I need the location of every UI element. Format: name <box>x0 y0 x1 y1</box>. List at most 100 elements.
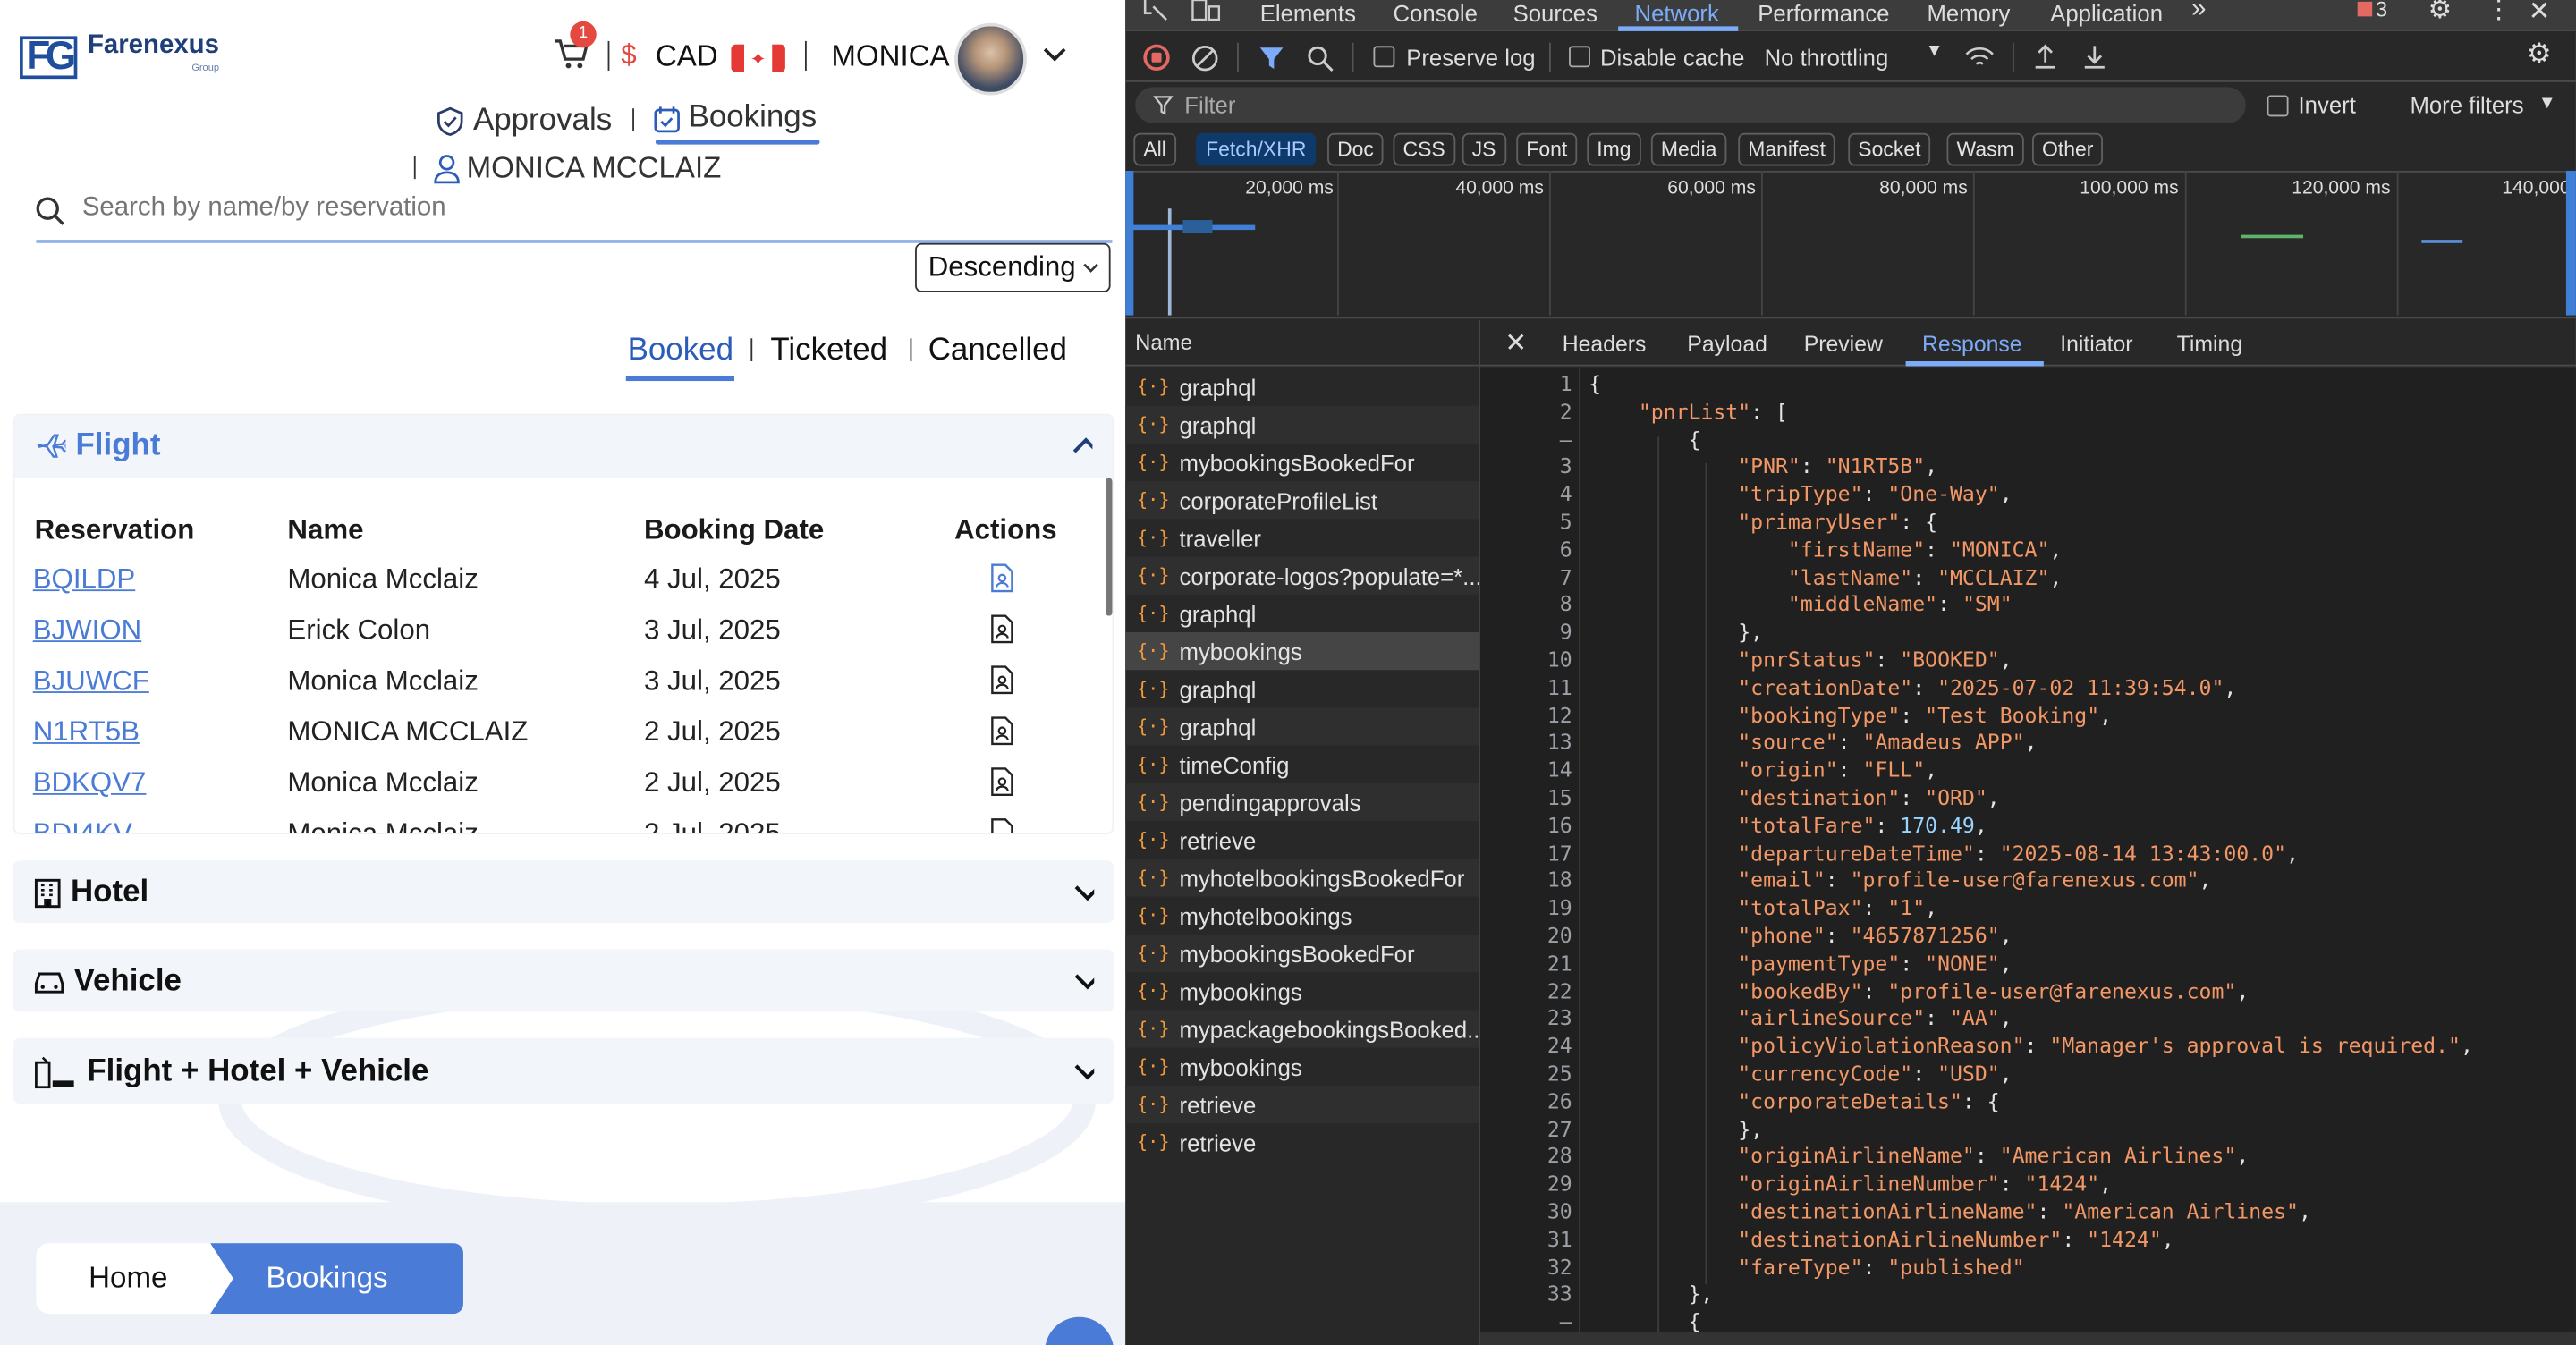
filter-input[interactable] <box>1135 87 2246 123</box>
flight-section-header[interactable] <box>14 415 1113 478</box>
user-name[interactable]: MONICA <box>831 39 949 74</box>
devtools-tab-elements[interactable]: Elements <box>1260 0 1356 26</box>
record-icon[interactable] <box>1143 44 1170 71</box>
filter-funnel-icon[interactable] <box>1258 46 1284 71</box>
filter-img[interactable]: Img <box>1587 132 1641 166</box>
disable-cache-checkbox[interactable] <box>1569 46 1590 68</box>
reservation-link[interactable]: N1RT5B <box>33 716 140 749</box>
chevron-up-icon[interactable] <box>1072 436 1093 456</box>
devtools-tab-sources[interactable]: Sources <box>1513 0 1597 26</box>
document-user-icon[interactable] <box>989 563 1014 593</box>
search-field[interactable] <box>33 184 1117 243</box>
preserve-log-checkbox[interactable] <box>1373 46 1395 68</box>
request-row[interactable]: {·} graphql <box>1125 707 1479 746</box>
filter-css[interactable]: CSS <box>1393 132 1455 166</box>
request-row[interactable]: {·} mybookings <box>1125 972 1479 1010</box>
reservation-link[interactable]: BDKQV7 <box>33 767 147 800</box>
filter-socket[interactable]: Socket <box>1848 132 1931 166</box>
inspect-element-icon[interactable] <box>1143 0 1169 21</box>
devtools-tab-performance[interactable]: Performance <box>1758 0 1889 26</box>
tab-cancelled[interactable]: Cancelled <box>928 334 1067 369</box>
hotel-section[interactable]: Hotel <box>13 860 1114 924</box>
request-row[interactable]: {·} retrieve <box>1125 1123 1479 1161</box>
currency-code[interactable]: CAD <box>656 39 718 74</box>
reservation-link[interactable]: BQILDP <box>33 563 136 596</box>
request-row[interactable]: {·} mybookingsBookedFor <box>1125 444 1479 481</box>
overview-handle[interactable] <box>1125 170 1134 316</box>
search-input[interactable] <box>81 190 1101 227</box>
filter-font[interactable]: Font <box>1516 132 1578 166</box>
filter-js[interactable]: JS <box>1462 132 1506 166</box>
request-row[interactable]: {·} graphql <box>1125 405 1479 444</box>
filter-all[interactable]: All <box>1133 132 1176 166</box>
request-row[interactable]: {·} corporate-logos?populate=*... <box>1125 556 1479 595</box>
detail-tab-payload[interactable]: Payload <box>1687 332 1767 357</box>
reservation-link[interactable]: BDI4KV <box>33 818 132 833</box>
document-user-icon[interactable] <box>989 767 1014 797</box>
reservation-link[interactable]: BJWION <box>33 614 141 647</box>
sort-select[interactable]: Descending <box>915 242 1111 292</box>
filter-doc[interactable]: Doc <box>1327 132 1384 166</box>
settings-gear-icon[interactable]: ⚙ <box>2428 0 2452 26</box>
col-header-reservation[interactable]: Reservation <box>35 514 195 547</box>
more-filters-button[interactable]: More filters <box>2410 92 2523 118</box>
detail-tab-headers[interactable]: Headers <box>1563 332 1647 357</box>
nav-bookings[interactable]: Bookings <box>654 100 817 136</box>
network-settings-icon[interactable]: ⚙ <box>2527 38 2552 71</box>
document-user-icon[interactable] <box>989 716 1014 746</box>
detail-tab-timing[interactable]: Timing <box>2177 332 2242 357</box>
caret-down-icon[interactable]: ▼ <box>1926 41 1944 61</box>
horizontal-scrollbar[interactable] <box>1479 1332 2576 1345</box>
document-user-icon[interactable] <box>989 665 1014 695</box>
tab-booked[interactable]: Booked <box>628 334 733 369</box>
nav-profile[interactable]: MONICA MCCLAIZ <box>434 151 721 186</box>
network-conditions-icon[interactable] <box>1963 45 1996 71</box>
search-icon[interactable] <box>1306 45 1334 72</box>
close-detail-icon[interactable]: ✕ <box>1504 326 1527 360</box>
request-row[interactable]: {·} mypackagebookingsBooked... <box>1125 1010 1479 1048</box>
request-row[interactable]: {·} graphql <box>1125 368 1479 405</box>
filter-fetch-xhr[interactable]: Fetch/XHR <box>1196 132 1317 166</box>
request-row[interactable]: {·} graphql <box>1125 595 1479 632</box>
devtools-tab-console[interactable]: Console <box>1394 0 1478 26</box>
request-row[interactable]: {·} mybookingsBookedFor <box>1125 934 1479 973</box>
close-devtools-icon[interactable]: ✕ <box>2529 0 2551 28</box>
filter-wasm[interactable]: Wasm <box>1946 132 2024 166</box>
filter-other[interactable]: Other <box>2031 132 2104 166</box>
devtools-tab-network[interactable]: Network <box>1635 0 1719 26</box>
detail-tab-initiator[interactable]: Initiator <box>2060 332 2132 357</box>
col-header-name[interactable]: Name <box>287 514 363 547</box>
avatar[interactable] <box>954 22 1027 96</box>
import-har-icon[interactable] <box>2032 43 2058 71</box>
reservation-link[interactable]: BJUWCF <box>33 665 149 698</box>
name-column-header[interactable]: Name <box>1135 330 1192 355</box>
request-row[interactable]: {·} retrieve <box>1125 1085 1479 1124</box>
request-row[interactable]: {·} pendingapprovals <box>1125 782 1479 822</box>
throttling-select[interactable]: No throttling <box>1765 45 1889 71</box>
kebab-menu-icon[interactable]: ⋮ <box>2486 0 2512 26</box>
brand-logo[interactable]: FG Farenexus Group <box>20 32 219 80</box>
document-user-icon[interactable] <box>989 614 1014 644</box>
detail-tab-preview[interactable]: Preview <box>1804 332 1883 357</box>
request-row[interactable]: {·} traveller <box>1125 519 1479 556</box>
filter-manifest[interactable]: Manifest <box>1738 132 1836 166</box>
chevron-down-icon[interactable] <box>1043 41 1066 71</box>
breadcrumb-home[interactable]: Home <box>36 1243 233 1315</box>
chevron-down-icon[interactable] <box>1074 884 1095 903</box>
device-toolbar-icon[interactable] <box>1191 0 1221 21</box>
issues-counter[interactable]: 3 <box>2357 0 2387 21</box>
vehicle-section[interactable]: Vehicle <box>13 949 1114 1012</box>
table-scrollbar[interactable] <box>1106 478 1113 616</box>
detail-tab-response[interactable]: Response <box>1922 332 2022 357</box>
flight-section-title[interactable]: Flight <box>36 428 160 464</box>
request-row[interactable]: {·} myhotelbookingsBookedFor <box>1125 859 1479 897</box>
nav-approvals[interactable]: Approvals <box>436 104 612 140</box>
clear-icon[interactable] <box>1191 45 1219 72</box>
chevron-down-icon[interactable] <box>1074 972 1095 992</box>
request-row[interactable]: {·} mybookings <box>1125 1048 1479 1086</box>
devtools-tab-memory[interactable]: Memory <box>1927 0 2010 26</box>
request-row[interactable]: {·} corporateProfileList <box>1125 481 1479 520</box>
request-row[interactable]: {·} retrieve <box>1125 821 1479 859</box>
invert-checkbox[interactable] <box>2267 95 2289 117</box>
more-tabs-icon[interactable]: » <box>2191 0 2206 25</box>
